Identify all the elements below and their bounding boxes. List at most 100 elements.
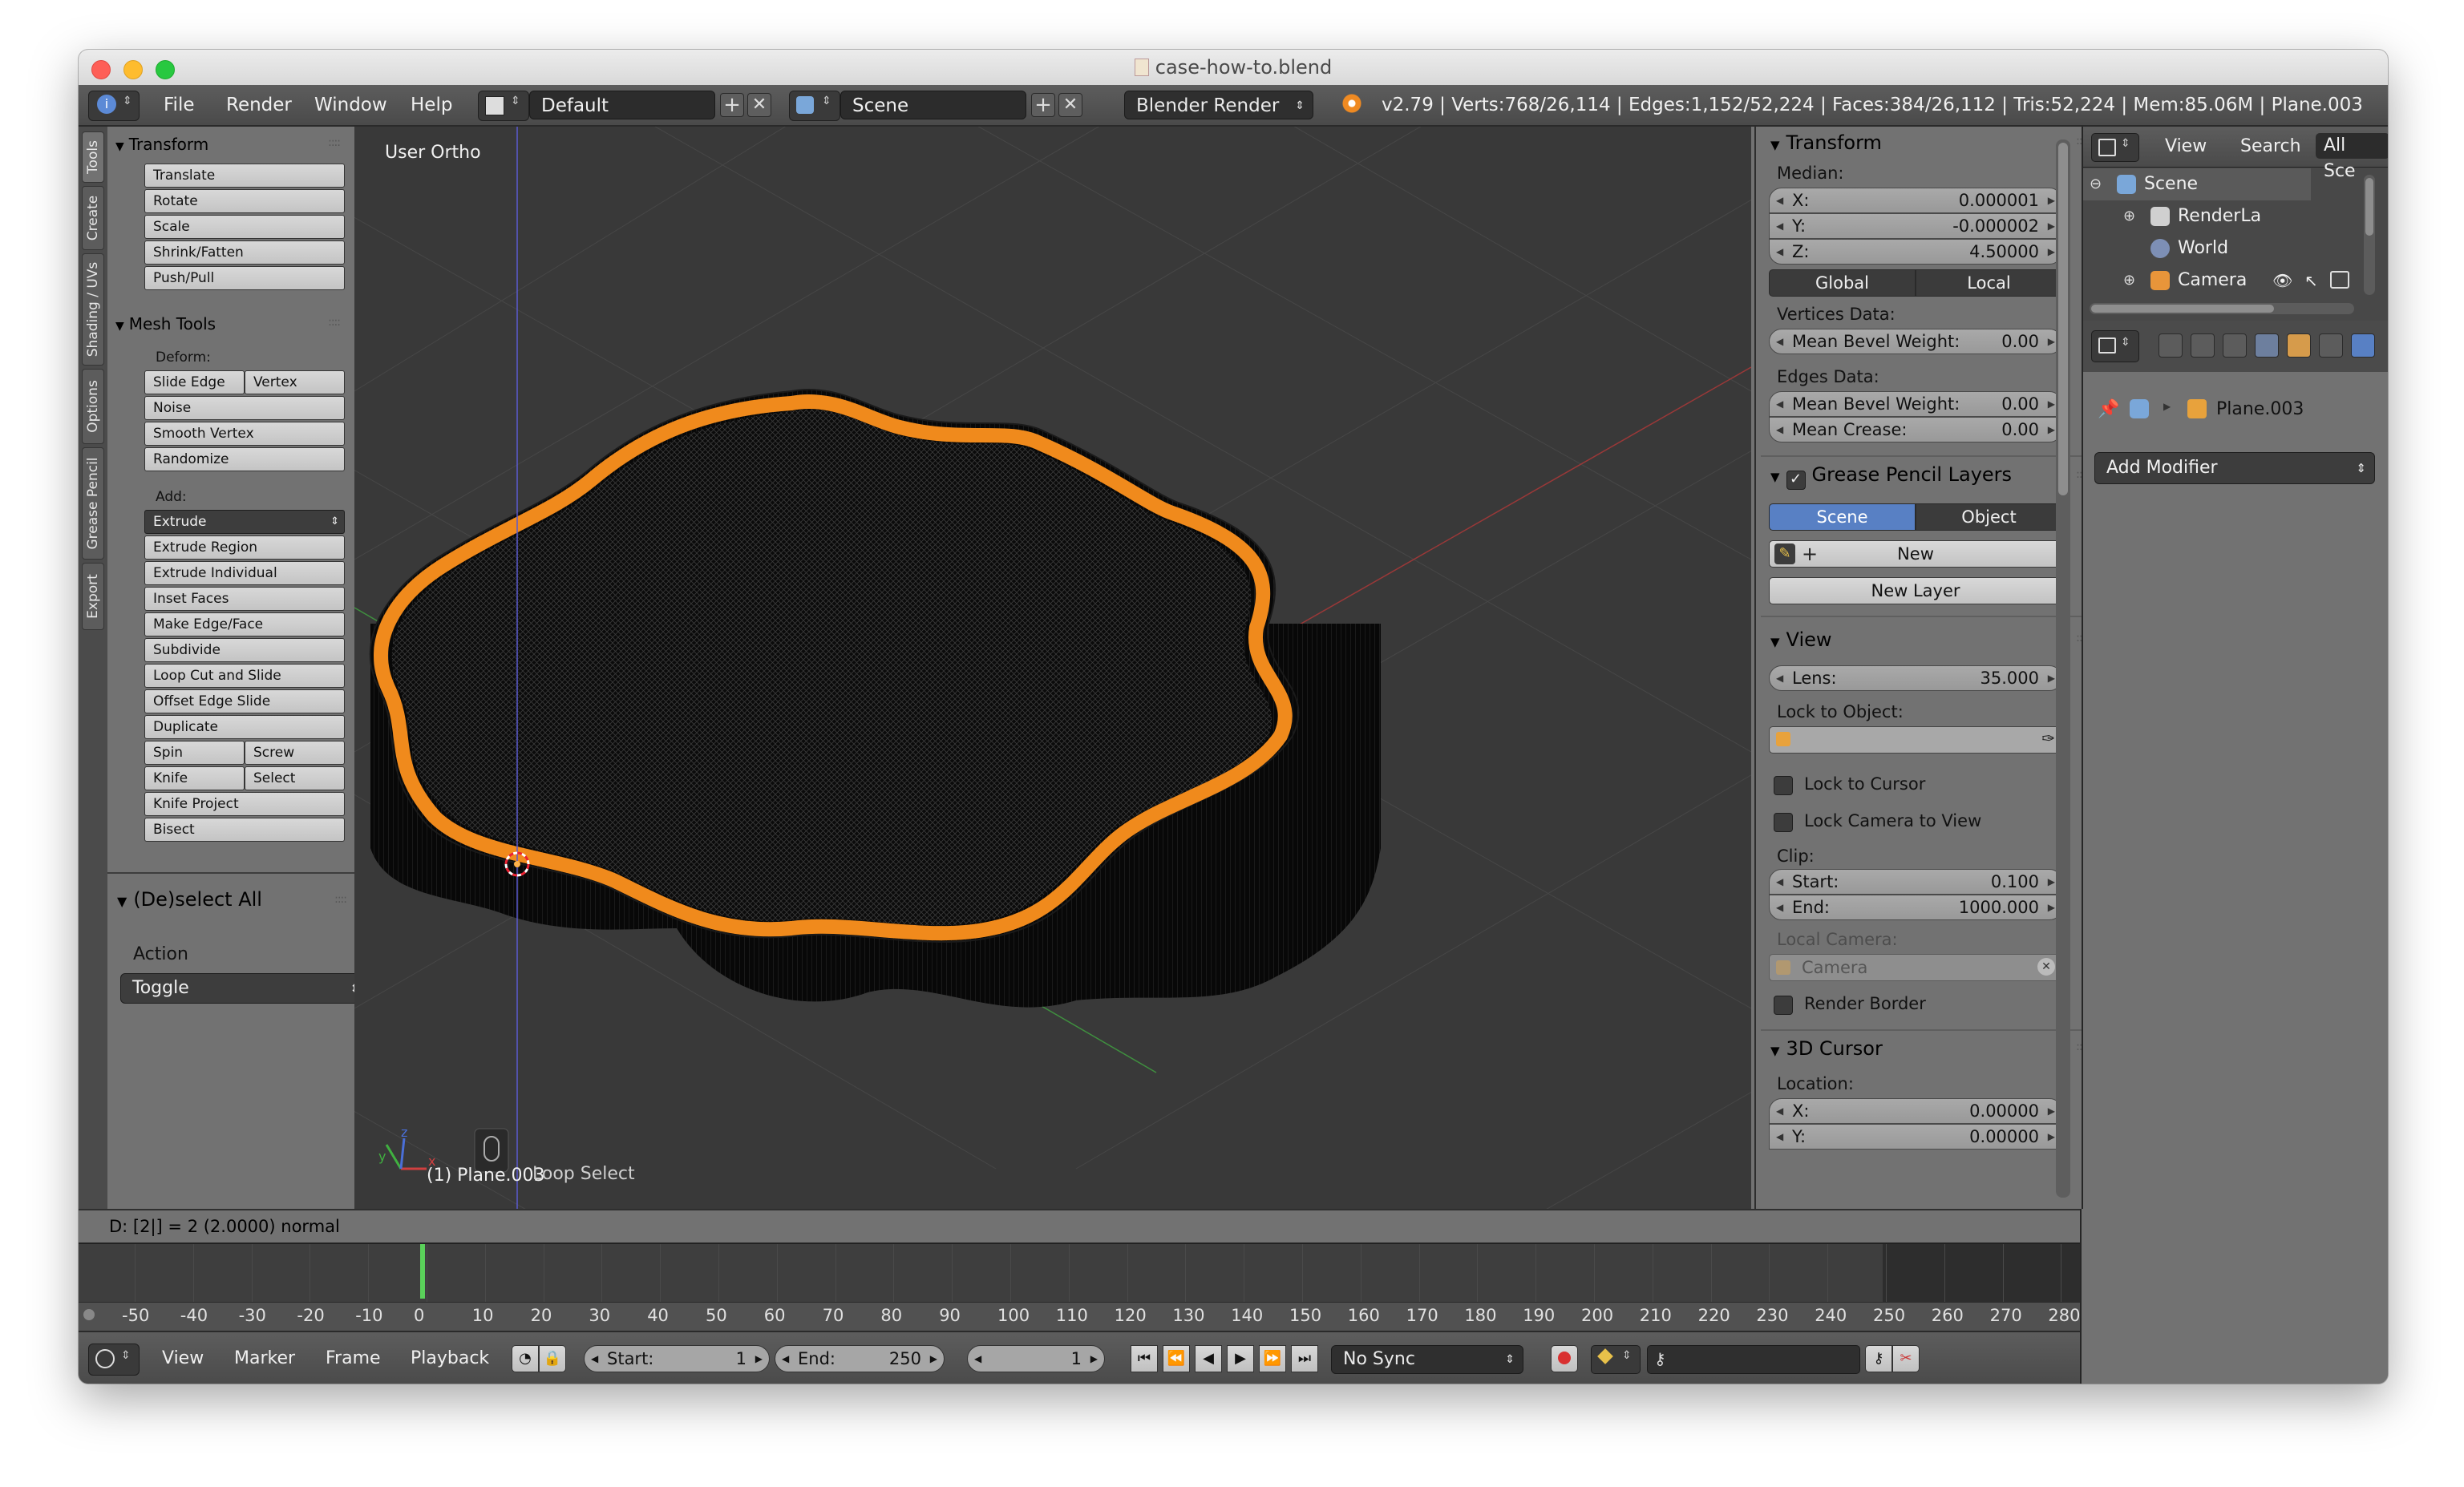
lock-camera-checkbox[interactable] [1774,813,1793,832]
scene-selector[interactable]: ⇕ [789,91,840,121]
randomize-button[interactable]: Randomize [144,447,345,471]
operator-panel-header[interactable]: ▼ (De)select All [117,888,262,911]
extrude-individual-button[interactable]: Extrude Individual [144,561,345,585]
play-reverse-icon[interactable]: ◀ [1195,1345,1222,1372]
translate-button[interactable]: Translate [144,164,345,188]
scene-name-field[interactable]: Scene [840,91,1026,119]
local-camera-field[interactable]: Camera ✕ [1769,954,2062,981]
new-layer-button[interactable]: New Layer [1769,577,2062,604]
delete-scene-icon[interactable]: ✕ [1058,93,1082,117]
display-mode-dropdown[interactable]: All Sce [2316,133,2388,181]
knife-select-button[interactable]: Select [245,766,345,790]
new-grease-pencil-button[interactable]: ✎ + New [1769,540,2062,568]
slide-edge-button[interactable]: Slide Edge [144,370,245,394]
panel-header-mesh-tools[interactable]: ▼ Mesh Tools [115,314,216,333]
make-edge-face-button[interactable]: Make Edge/Face [144,612,345,636]
median-y-field[interactable]: ◀ Y: -0.000002 ▶ [1769,213,2062,239]
delete-layout-icon[interactable]: ✕ [747,93,771,117]
collapse-icon[interactable]: ⊖ [2090,168,2102,200]
slide-vertex-button[interactable]: Vertex [245,370,345,394]
record-icon[interactable] [1551,1345,1578,1372]
render-engine-dropdown[interactable]: Blender Render ⇕ [1124,91,1313,119]
render-tab-icon[interactable] [2159,333,2183,358]
editor-type-info-button[interactable]: i ⇕ [88,91,140,121]
insert-keyframe-icon[interactable]: ⚷ [1865,1345,1892,1372]
shrink-fatten-button[interactable]: Shrink/Fatten [144,240,345,265]
visibility-eye-icon[interactable]: 👁 [2272,265,2292,297]
grease-scene-toggle[interactable]: Scene [1769,503,1916,531]
object-tab-icon[interactable] [2287,333,2311,358]
inset-faces-button[interactable]: Inset Faces [144,587,345,611]
active-keying-set-field[interactable]: ⚷ [1647,1345,1860,1374]
menu-window[interactable]: Window [314,95,387,115]
constraints-tab-icon[interactable] [2319,333,2343,358]
render-layers-tab-icon[interactable] [2191,333,2215,358]
current-frame-marker[interactable] [420,1244,425,1299]
cursor-y-field[interactable]: ◀ Y: 0.00000 ▶ [1769,1124,2062,1150]
loop-cut-slide-button[interactable]: Loop Cut and Slide [144,664,345,688]
rotate-button[interactable]: Rotate [144,189,345,213]
timeline[interactable]: -50 -40 -30 -20 -10 0 10 20 30 40 50 60 70 80 90 100 110… [79,1243,2080,1332]
panel-header-transform[interactable]: ▼ Transform [115,135,208,154]
render-camera-icon[interactable] [2330,271,2349,289]
play-icon[interactable]: ▶ [1227,1345,1254,1372]
outliner-h-scrollbar[interactable] [2090,303,2354,314]
add-layout-icon[interactable]: + [720,93,744,117]
tab-grease-pencil[interactable]: Grease Pencil [82,447,104,560]
bisect-button[interactable]: Bisect [144,818,345,842]
outliner-item-renderlayers[interactable]: ⊕ RenderLa [2083,200,2311,232]
editor-type-outliner-button[interactable]: ⇕ [2091,133,2139,162]
delete-keyframe-icon[interactable]: ✂ [1892,1345,1920,1372]
local-toggle[interactable]: Local [1916,269,2062,297]
tab-shading-uvs[interactable]: Shading / UVs [82,253,104,366]
lock-to-cursor-checkbox[interactable] [1774,776,1793,795]
render-border-checkbox[interactable] [1774,996,1793,1015]
pin-icon[interactable]: 📌 [2098,399,2119,419]
outliner-v-scrollbar[interactable] [2364,175,2375,295]
tab-options[interactable]: Options [82,369,104,444]
offset-edge-slide-button[interactable]: Offset Edge Slide [144,689,345,713]
layout-name-field[interactable]: Default [529,91,715,119]
vertex-mean-bevel-field[interactable]: ◀ Mean Bevel Weight: 0.00 ▶ [1769,329,2062,354]
menu-help[interactable]: Help [411,95,452,115]
clip-end-field[interactable]: ◀ End: 1000.000 ▶ [1769,895,2062,920]
panel-header-3d-cursor[interactable]: ▼ 3D Cursor [1770,1037,1883,1060]
outliner-item-scene[interactable]: ⊖ Scene [2083,168,2311,200]
tab-export[interactable]: Export [82,563,104,630]
drag-handle-icon[interactable]: :::: [328,316,341,329]
cursor-x-field[interactable]: ◀ X: 0.00000 ▶ [1769,1098,2062,1124]
lens-field[interactable]: ◀ Lens: 35.000 ▶ [1769,665,2062,691]
preview-range-icon[interactable]: ◔ [512,1345,539,1372]
median-z-field[interactable]: ◀ Z: 4.50000 ▶ [1769,239,2062,265]
expand-icon[interactable]: ⊕ [2123,200,2135,232]
timeline-frame-menu[interactable]: Frame [326,1348,381,1368]
jump-start-icon[interactable]: ⏮ [1131,1345,1158,1372]
push-pull-button[interactable]: Push/Pull [144,266,345,290]
mean-crease-field[interactable]: ◀ Mean Crease: 0.00 ▶ [1769,417,2062,442]
panel-header-grease-pencil[interactable]: ▼ ✓ Grease Pencil Layers [1770,463,2012,490]
select-cursor-icon[interactable]: ↖ [2304,265,2318,297]
jump-end-icon[interactable]: ⏭ [1291,1345,1318,1372]
smooth-vertex-button[interactable]: Smooth Vertex [144,422,345,446]
clear-icon[interactable]: ✕ [2037,958,2055,976]
checkbox-checked-icon[interactable]: ✓ [1786,471,1806,490]
drag-handle-icon[interactable]: :::: [334,893,347,906]
duplicate-button[interactable]: Duplicate [144,715,345,739]
drag-handle-icon[interactable]: :::: [328,136,341,149]
lock-object-field[interactable]: ✑ [1769,726,2062,754]
jump-keyframe-back-icon[interactable]: ⏪ [1163,1345,1190,1372]
global-toggle[interactable]: Global [1769,269,1916,297]
tab-create[interactable]: Create [82,186,104,250]
subdivide-button[interactable]: Subdivide [144,638,345,662]
clip-start-field[interactable]: ◀ Start: 0.100 ▶ [1769,869,2062,895]
menu-render[interactable]: Render [226,95,292,115]
knife-button[interactable]: Knife [144,766,245,790]
knife-project-button[interactable]: Knife Project [144,792,345,816]
editor-type-timeline-button[interactable]: ⇕ [88,1344,140,1376]
tab-tools[interactable]: Tools [82,131,104,183]
outliner-item-camera[interactable]: ⊕ Camera 👁 ↖ [2083,265,2349,297]
editor-type-properties-button[interactable]: ⇕ [2091,330,2139,362]
scene-tab-icon[interactable] [2223,333,2247,358]
eyedropper-icon[interactable]: ✑ [2041,729,2055,748]
lock-range-icon[interactable]: 🔒 [539,1345,566,1372]
